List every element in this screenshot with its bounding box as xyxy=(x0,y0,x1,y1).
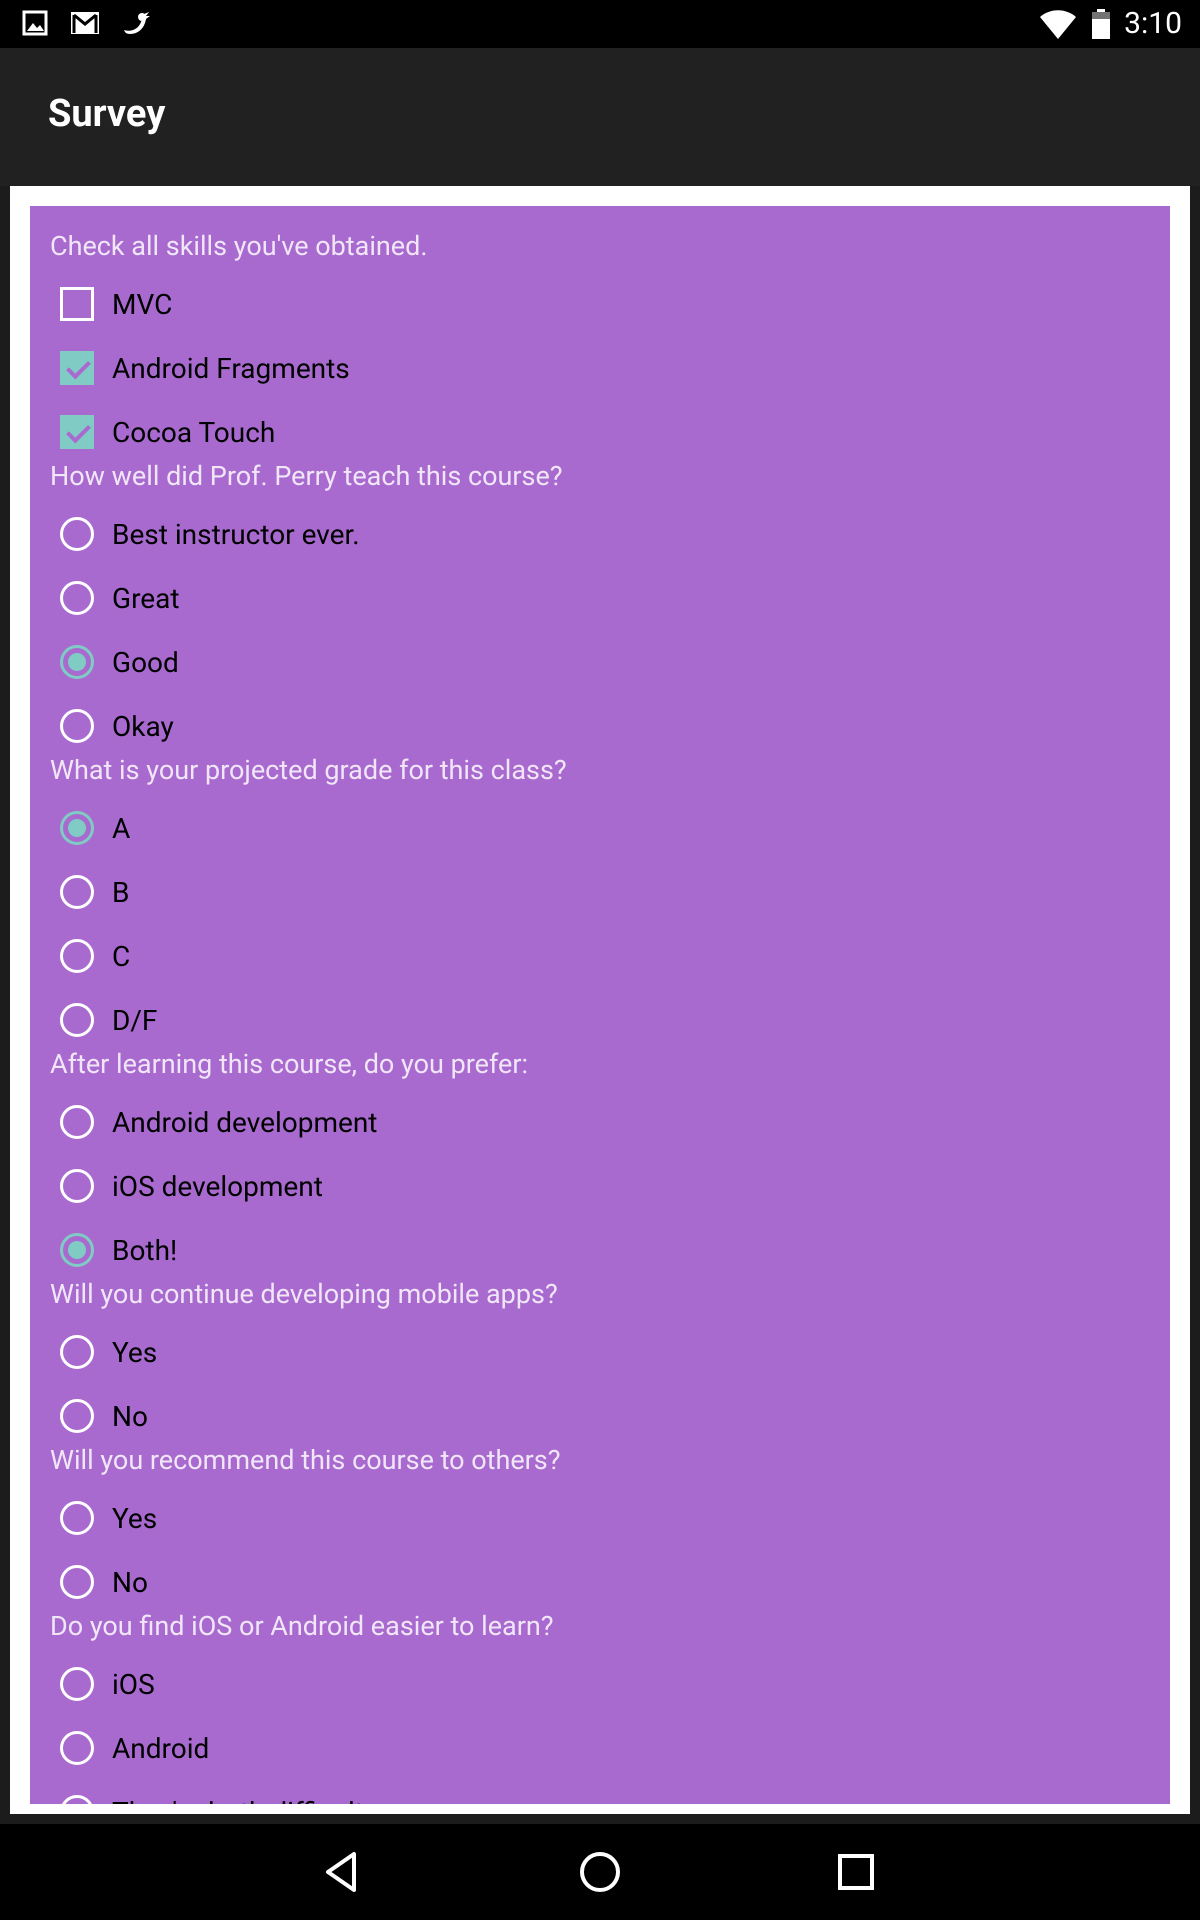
battery-icon xyxy=(1092,8,1111,39)
option-label: Android Fragments xyxy=(112,351,350,385)
radio-button[interactable] xyxy=(60,709,94,743)
option-label: Cocoa Touch xyxy=(112,415,276,449)
radio-button[interactable] xyxy=(60,1731,94,1765)
recents-icon[interactable] xyxy=(832,1848,880,1896)
radio-option[interactable]: iOS xyxy=(60,1654,760,1714)
content-frame: Check all skills you've obtained. MVC Andr… xyxy=(10,186,1190,1814)
option-label: Okay xyxy=(112,709,174,743)
app-bar: Survey xyxy=(0,48,1200,186)
radio-button[interactable] xyxy=(60,1795,94,1804)
option-label: B xyxy=(112,875,130,909)
option-label: iOS xyxy=(112,1667,155,1701)
option-label: They're both difficult xyxy=(112,1796,364,1805)
question-label: Will you continue developing mobile apps… xyxy=(50,1278,558,1310)
radio-option[interactable]: C xyxy=(60,926,760,986)
radio-option[interactable]: No xyxy=(60,1552,760,1612)
radio-button[interactable] xyxy=(60,1003,94,1037)
radio-option[interactable]: Android xyxy=(60,1718,760,1778)
radio-option[interactable]: Both! xyxy=(60,1220,760,1280)
radio-option[interactable]: Best instructor ever. xyxy=(60,504,760,564)
option-label: Yes xyxy=(112,1335,158,1369)
system-icons: 3:10 xyxy=(1038,6,1182,41)
gallery-icon xyxy=(22,10,48,36)
radio-option[interactable]: They're both difficult xyxy=(60,1782,760,1804)
checkbox[interactable] xyxy=(60,287,94,321)
navigation-bar xyxy=(0,1824,1200,1920)
radio-button[interactable] xyxy=(60,1399,94,1433)
radio-button[interactable] xyxy=(60,645,94,679)
option-label: Android development xyxy=(112,1105,378,1139)
radio-button[interactable] xyxy=(60,1233,94,1267)
survey-panel[interactable]: Check all skills you've obtained. MVC Andr… xyxy=(30,206,1170,1804)
radio-button[interactable] xyxy=(60,1169,94,1203)
checkbox-option[interactable]: Android Fragments xyxy=(60,338,760,398)
radio-option[interactable]: A xyxy=(60,798,760,858)
radio-option[interactable]: No xyxy=(60,1386,760,1446)
question-label: How well did Prof. Perry teach this cour… xyxy=(50,460,563,492)
question-label: After learning this course, do you prefe… xyxy=(50,1048,529,1080)
radio-option[interactable]: Good xyxy=(60,632,760,692)
radio-button[interactable] xyxy=(60,1335,94,1369)
option-label: Best instructor ever. xyxy=(112,517,360,551)
question-label: What is your projected grade for this cl… xyxy=(50,754,567,786)
radio-button[interactable] xyxy=(60,1105,94,1139)
radio-button[interactable] xyxy=(60,811,94,845)
clock: 3:10 xyxy=(1124,6,1182,41)
status-bar: 3:10 xyxy=(0,0,1200,48)
option-label: iOS development xyxy=(112,1169,323,1203)
option-label: No xyxy=(112,1565,148,1599)
option-label: MVC xyxy=(112,287,173,321)
wifi-icon xyxy=(1040,9,1077,39)
radio-button[interactable] xyxy=(60,581,94,615)
radio-option[interactable]: Yes xyxy=(60,1322,760,1382)
radio-button[interactable] xyxy=(60,939,94,973)
question-label: Do you find iOS or Android easier to lea… xyxy=(50,1610,554,1642)
checkbox-option[interactable]: Cocoa Touch xyxy=(60,402,760,462)
option-label: C xyxy=(112,939,131,973)
option-label: A xyxy=(112,811,131,845)
page-title: Survey xyxy=(48,92,166,136)
option-label: Yes xyxy=(112,1501,158,1535)
radio-button[interactable] xyxy=(60,1501,94,1535)
radio-button[interactable] xyxy=(60,517,94,551)
radio-option[interactable]: D/F xyxy=(60,990,760,1050)
question-label: Will you recommend this course to others… xyxy=(50,1444,561,1476)
radio-option[interactable]: Android development xyxy=(60,1092,760,1152)
twitter-icon xyxy=(124,12,150,34)
option-label: D/F xyxy=(112,1003,158,1037)
option-label: Good xyxy=(112,645,179,679)
radio-button[interactable] xyxy=(60,1667,94,1701)
radio-option[interactable]: B xyxy=(60,862,760,922)
checkbox-option[interactable]: MVC xyxy=(60,274,760,334)
question-label: Check all skills you've obtained. xyxy=(50,230,428,262)
checkbox[interactable] xyxy=(60,415,94,449)
checkbox[interactable] xyxy=(60,351,94,385)
radio-button[interactable] xyxy=(60,875,94,909)
option-label: Both! xyxy=(112,1233,178,1267)
home-icon[interactable] xyxy=(576,1848,624,1896)
radio-option[interactable]: Great xyxy=(60,568,760,628)
gmail-icon xyxy=(71,12,99,34)
radio-option[interactable]: Okay xyxy=(60,696,760,756)
option-label: No xyxy=(112,1399,148,1433)
radio-option[interactable]: Yes xyxy=(60,1488,760,1548)
radio-button[interactable] xyxy=(60,1565,94,1599)
option-label: Great xyxy=(112,581,180,615)
option-label: Android xyxy=(112,1731,210,1765)
back-icon[interactable] xyxy=(320,1848,368,1896)
notification-icons xyxy=(22,10,152,36)
radio-option[interactable]: iOS development xyxy=(60,1156,760,1216)
